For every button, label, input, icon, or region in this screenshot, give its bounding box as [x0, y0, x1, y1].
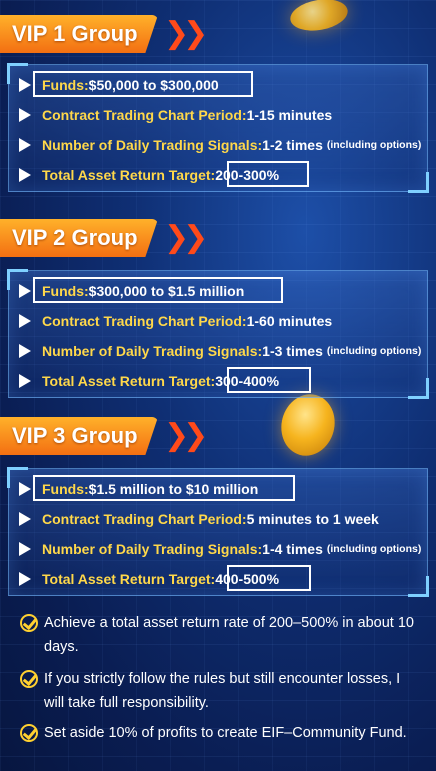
play-triangle-icon: [19, 108, 31, 122]
group-header-vip1: VIP 1 Group ❯❯: [0, 14, 210, 54]
group-panel-vip2: Funds: $300,000 to $1.5 million Contract…: [7, 269, 429, 399]
row-note: (including options): [326, 543, 422, 555]
play-triangle-icon: [19, 374, 31, 388]
play-triangle-icon: [19, 344, 31, 358]
highlight-box: [33, 475, 295, 501]
row-value: 1-60 minutes: [246, 313, 333, 329]
row-note: (including options): [326, 345, 422, 357]
row-daily-signals: Number of Daily Trading Signals: 1-2 tim…: [19, 132, 421, 158]
play-triangle-icon: [19, 168, 31, 182]
group-title: VIP 1 Group: [0, 15, 158, 53]
highlight-box: [227, 565, 311, 591]
group-panel-vip1: Funds: $50,000 to $300,000 Contract Trad…: [7, 63, 429, 193]
note-item: If you strictly follow the rules but sti…: [20, 667, 420, 715]
row-label: Total Asset Return Target:: [42, 571, 216, 587]
row-value: 1-4 times: [262, 541, 323, 557]
play-triangle-icon: [19, 284, 31, 298]
row-label: Contract Trading Chart Period:: [42, 511, 247, 527]
row-daily-signals: Number of Daily Trading Signals: 1-3 tim…: [19, 338, 421, 364]
double-chevron-icon: ❯❯: [164, 419, 208, 452]
row-note: (including options): [326, 139, 422, 151]
group-title: VIP 2 Group: [0, 219, 158, 257]
row-label: Contract Trading Chart Period:: [42, 313, 247, 329]
play-triangle-icon: [19, 572, 31, 586]
double-chevron-icon: ❯❯: [164, 221, 208, 254]
check-circle-icon: [20, 724, 38, 742]
row-value: 1-3 times: [262, 343, 323, 359]
row-label: Number of Daily Trading Signals:: [42, 343, 263, 359]
highlight-box: [227, 367, 311, 393]
row-chart-period: Contract Trading Chart Period: 1-15 minu…: [19, 102, 332, 128]
note-item: Set aside 10% of profits to create EIF–C…: [20, 721, 420, 745]
row-chart-period: Contract Trading Chart Period: 1-60 minu…: [19, 308, 332, 334]
play-triangle-icon: [19, 138, 31, 152]
row-label: Contract Trading Chart Period:: [42, 107, 247, 123]
row-value: 1-2 times: [262, 137, 323, 153]
note-text: Set aside 10% of profits to create EIF–C…: [44, 725, 407, 741]
play-triangle-icon: [19, 482, 31, 496]
row-chart-period: Contract Trading Chart Period: 5 minutes…: [19, 506, 379, 532]
row-daily-signals: Number of Daily Trading Signals: 1-4 tim…: [19, 536, 421, 562]
highlight-box: [227, 161, 309, 187]
row-value: 5 minutes to 1 week: [246, 511, 379, 527]
highlight-box: [33, 71, 253, 97]
play-triangle-icon: [19, 314, 31, 328]
check-circle-icon: [20, 614, 38, 632]
group-header-vip3: VIP 3 Group ❯❯: [0, 416, 210, 456]
row-label: Total Asset Return Target:: [42, 167, 216, 183]
group-header-vip2: VIP 2 Group ❯❯: [0, 218, 210, 258]
highlight-box: [33, 277, 283, 303]
play-triangle-icon: [19, 78, 31, 92]
note-text: If you strictly follow the rules but sti…: [44, 671, 401, 711]
double-chevron-icon: ❯❯: [164, 17, 208, 50]
group-title: VIP 3 Group: [0, 417, 158, 455]
row-value: 1-15 minutes: [246, 107, 333, 123]
play-triangle-icon: [19, 512, 31, 526]
note-text: Achieve a total asset return rate of 200…: [44, 615, 414, 655]
row-label: Total Asset Return Target:: [42, 373, 216, 389]
row-label: Number of Daily Trading Signals:: [42, 541, 263, 557]
check-circle-icon: [20, 670, 38, 688]
note-item: Achieve a total asset return rate of 200…: [20, 611, 420, 659]
group-panel-vip3: Funds: $1.5 million to $10 million Contr…: [7, 467, 429, 597]
row-label: Number of Daily Trading Signals:: [42, 137, 263, 153]
play-triangle-icon: [19, 542, 31, 556]
